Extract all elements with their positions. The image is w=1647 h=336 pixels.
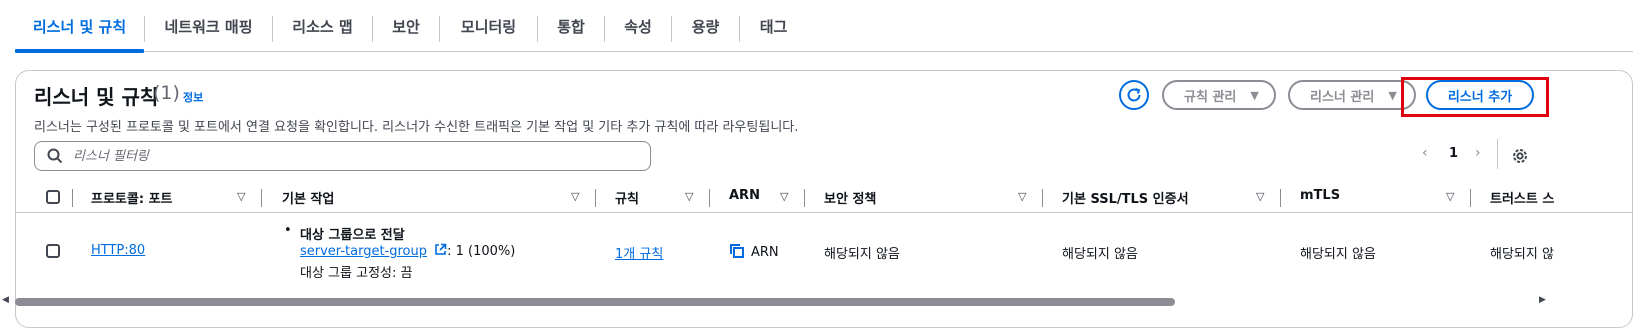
sort-icon[interactable]: ▽ xyxy=(237,190,245,203)
tab-capacity[interactable]: 용량 xyxy=(672,0,739,52)
gear-icon[interactable] xyxy=(1510,146,1530,166)
tab-resource-map[interactable]: 리소스 맵 xyxy=(273,0,372,52)
tab-label: 보안 xyxy=(392,17,420,36)
tab-label: 리스너 및 규칙 xyxy=(32,17,127,36)
security-policy-value: 해당되지 않음 xyxy=(824,247,900,262)
next-page-icon[interactable]: › xyxy=(1475,145,1481,161)
column-divider[interactable] xyxy=(709,189,710,207)
highlight-box xyxy=(1401,77,1549,117)
column-divider[interactable] xyxy=(1042,189,1043,207)
panel-description: 리스너는 구성된 프로토콜 및 포트에서 연결 요청을 확인합니다. 리스너가 … xyxy=(34,120,799,135)
tab-label: 용량 xyxy=(691,17,720,36)
tab-network-mapping[interactable]: 네트워크 매핑 xyxy=(145,0,272,52)
filter-input[interactable] xyxy=(73,148,613,164)
manage-listeners-label: 리스너 관리 xyxy=(1310,89,1375,105)
pager-divider xyxy=(1497,139,1498,169)
tab-label: 통합 xyxy=(557,17,585,36)
sort-icon[interactable]: ▽ xyxy=(1018,190,1026,203)
action-title: 대상 그룹으로 전달 xyxy=(300,228,405,243)
column-header-arn[interactable]: ARN xyxy=(729,188,760,203)
row-checkbox[interactable] xyxy=(46,244,60,258)
target-group-line: server-target-group : 1 (100%) xyxy=(300,243,515,259)
prev-page-icon[interactable]: ‹ xyxy=(1422,145,1428,161)
tab-label: 네트워크 매핑 xyxy=(164,17,253,36)
horizontal-scrollbar[interactable] xyxy=(15,298,1175,306)
tab-monitoring[interactable]: 모니터링 xyxy=(440,0,537,52)
search-icon xyxy=(47,148,63,164)
manage-rules-label: 규칙 관리 xyxy=(1184,89,1237,105)
column-header-mtls[interactable]: mTLS xyxy=(1300,188,1340,203)
sort-icon[interactable]: ▽ xyxy=(685,190,693,203)
external-link-icon[interactable] xyxy=(434,243,447,256)
column-divider[interactable] xyxy=(1280,189,1281,207)
table-header: 프로토콜: 포트 ▽ 기본 작업 ▽ 규칙 ▽ ARN ▽ 보안 정책 ▽ 기본… xyxy=(16,181,1632,213)
column-divider[interactable] xyxy=(1470,189,1471,207)
column-divider xyxy=(72,189,73,207)
ssl-cert-value: 해당되지 않음 xyxy=(1062,247,1138,262)
trust-store-value: 해당되지 않 xyxy=(1490,247,1554,262)
info-link[interactable]: 정보 xyxy=(183,89,203,105)
refresh-icon xyxy=(1127,88,1141,102)
sort-icon[interactable]: ▽ xyxy=(1446,190,1454,203)
manage-rules-button[interactable]: 규칙 관리 ▼ xyxy=(1162,80,1276,110)
caret-down-icon: ▼ xyxy=(1388,88,1397,102)
tab-tags[interactable]: 태그 xyxy=(740,0,807,52)
listener-filter[interactable] xyxy=(34,141,651,171)
target-weight: : 1 (100%) xyxy=(447,244,516,259)
column-divider[interactable] xyxy=(804,189,805,207)
bullet-icon: • xyxy=(284,223,292,238)
column-header-default-action[interactable]: 기본 작업 xyxy=(282,188,334,207)
manage-listeners-button[interactable]: 리스너 관리 ▼ xyxy=(1288,80,1416,110)
column-header-ssl-cert[interactable]: 기본 SSL/TLS 인증서 xyxy=(1062,188,1189,207)
scroll-left-icon[interactable]: ◀ xyxy=(2,295,9,305)
tab-label: 속성 xyxy=(624,17,652,36)
tab-listeners-and-rules[interactable]: 리스너 및 규칙 xyxy=(15,0,144,53)
sort-icon[interactable]: ▽ xyxy=(571,190,579,203)
arn-label: ARN xyxy=(751,245,779,260)
column-divider[interactable] xyxy=(595,189,596,207)
caret-down-icon: ▼ xyxy=(1250,88,1259,102)
tab-label: 태그 xyxy=(759,17,788,36)
tab-attributes[interactable]: 속성 xyxy=(605,0,671,52)
tab-label: 리소스 맵 xyxy=(292,17,353,36)
rules-link[interactable]: 1개 규칙 xyxy=(615,243,663,262)
column-header-trust-store[interactable]: 트러스트 스 xyxy=(1490,188,1554,207)
panel-title: 리스너 및 규칙 xyxy=(34,85,159,109)
stickiness-text: 대상 그룹 고정성: 끔 xyxy=(300,266,413,281)
tab-security[interactable]: 보안 xyxy=(373,0,439,52)
mtls-value: 해당되지 않음 xyxy=(1300,247,1376,262)
listener-count: (1) xyxy=(153,82,180,104)
protocol-port-link[interactable]: HTTP:80 xyxy=(91,243,145,258)
select-all-checkbox[interactable] xyxy=(46,190,60,204)
arn-copy[interactable]: ARN xyxy=(729,243,779,260)
tab-integrations[interactable]: 통합 xyxy=(538,0,604,52)
sort-icon[interactable]: ▽ xyxy=(780,190,788,203)
column-header-protocol-port[interactable]: 프로토콜: 포트 xyxy=(91,188,173,207)
target-group-link[interactable]: server-target-group xyxy=(300,244,427,259)
page-number[interactable]: 1 xyxy=(1449,146,1458,161)
tab-label: 모니터링 xyxy=(460,17,517,36)
scroll-right-icon[interactable]: ▶ xyxy=(1539,295,1546,305)
tab-bar: 리스너 및 규칙 네트워크 매핑 리소스 맵 보안 모니터링 통합 속성 용량 … xyxy=(15,0,1633,53)
refresh-button[interactable] xyxy=(1119,80,1149,110)
column-divider[interactable] xyxy=(261,189,262,207)
copy-icon[interactable] xyxy=(729,243,745,259)
sort-icon[interactable]: ▽ xyxy=(1256,190,1264,203)
column-header-rules[interactable]: 규칙 xyxy=(615,188,639,207)
listeners-panel: 리스너 및 규칙 (1) 정보 리스너는 구성된 프로토콜 및 포트에서 연결 … xyxy=(15,70,1633,328)
column-header-security-policy[interactable]: 보안 정책 xyxy=(824,188,876,207)
